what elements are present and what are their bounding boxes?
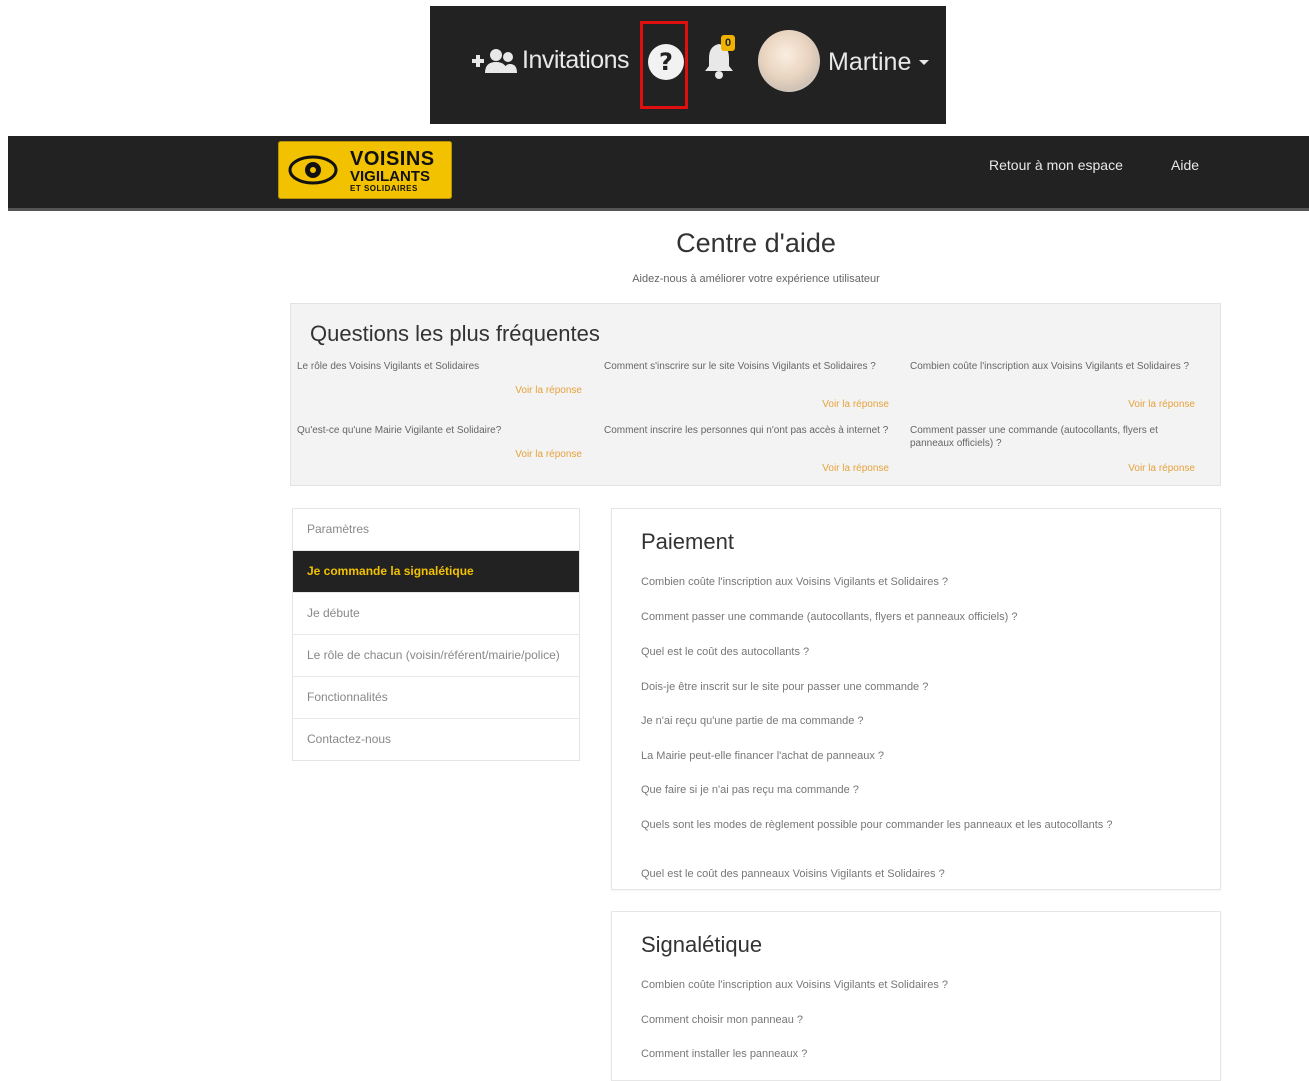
faq-question[interactable]: Combien coûte l'inscription aux Voisins … — [910, 361, 1189, 372]
logo-line2: VIGILANTS — [350, 168, 431, 185]
highlight-box — [640, 21, 688, 109]
sidebar-item-fonctionnalites[interactable]: Fonctionnalités — [293, 677, 579, 719]
user-name: Martine — [828, 48, 912, 76]
site-navbar: VOISINS VIGILANTS ET SOLIDAIRES Retour à… — [8, 136, 1309, 211]
faq-more-link[interactable]: Voir la réponse — [822, 398, 889, 411]
faq-more-link[interactable]: Voir la réponse — [515, 448, 582, 461]
payment-question[interactable]: Quels sont les modes de règlement possib… — [641, 819, 1161, 832]
payment-question[interactable]: Dois-je être inscrit sur le site pour pa… — [641, 681, 1161, 694]
payment-question[interactable]: Je n'ai reçu qu'une partie de ma command… — [641, 715, 1161, 728]
invitations-label: Invitations — [522, 46, 630, 74]
sidebar-item-je-debute[interactable]: Je débute — [293, 593, 579, 635]
payment-question[interactable]: Quel est le coût des panneaux Voisins Vi… — [641, 868, 1161, 881]
sidebar-item-contact[interactable]: Contactez-nous — [293, 719, 579, 760]
caret-down-icon — [919, 60, 930, 65]
faq-more-link[interactable]: Voir la réponse — [1128, 462, 1195, 475]
signage-question[interactable]: Comment choisir mon panneau ? — [641, 1014, 1161, 1027]
signage-question[interactable]: Combien coûte l'inscription aux Voisins … — [641, 979, 1161, 992]
faq-question[interactable]: Comment passer une commande (autocollant… — [910, 425, 1158, 449]
faq-item: Comment s'inscrire sur le site Voisins V… — [604, 360, 889, 410]
payment-question[interactable]: Comment passer une commande (autocollant… — [641, 611, 1161, 624]
payment-question[interactable]: Que faire si je n'ai pas reçu ma command… — [641, 784, 1161, 797]
faq-title: Questions les plus fréquentes — [310, 321, 600, 346]
notification-badge: 0 — [721, 35, 735, 51]
signage-question[interactable]: Comment installer les panneaux ? — [641, 1048, 1161, 1061]
faq-item: Comment passer une commande (autocollant… — [910, 424, 1195, 474]
faq-item: Comment inscrire les personnes qui n'ont… — [604, 424, 889, 474]
faq-question[interactable]: Comment s'inscrire sur le site Voisins V… — [604, 361, 876, 372]
payment-panel: Paiement Combien coûte l'inscription aux… — [611, 508, 1221, 890]
invitations-link[interactable]: Invitations — [470, 46, 630, 75]
faq-item: Combien coûte l'inscription aux Voisins … — [910, 360, 1195, 410]
add-user-icon — [472, 48, 517, 73]
help-sidebar: Paramètres Je commande la signalétique J… — [292, 508, 580, 761]
faq-question[interactable]: Le rôle des Voisins Vigilants et Solidai… — [297, 361, 479, 372]
help-nav-link[interactable]: Aide — [1171, 157, 1199, 173]
logo-line3: ET SOLIDAIRES — [350, 184, 418, 193]
payment-question[interactable]: Combien coûte l'inscription aux Voisins … — [641, 576, 1161, 589]
page-subtitle: Aidez-nous à améliorer votre expérience … — [632, 273, 880, 285]
signage-panel: Signalétique Combien coûte l'inscription… — [611, 911, 1221, 1081]
faq-section: Questions les plus fréquentes Le rôle de… — [290, 303, 1221, 486]
payment-question[interactable]: La Mairie peut-elle financer l'achat de … — [641, 750, 1161, 763]
faq-item: Qu'est-ce qu'une Mairie Vigilante et Sol… — [297, 424, 582, 460]
eye-icon — [288, 155, 338, 185]
site-logo[interactable]: VOISINS VIGILANTS ET SOLIDAIRES — [278, 141, 452, 199]
signage-title: Signalétique — [641, 932, 763, 957]
payment-question[interactable]: Quel est le coût des autocollants ? — [641, 646, 1161, 659]
payment-title: Paiement — [641, 529, 734, 554]
faq-question[interactable]: Qu'est-ce qu'une Mairie Vigilante et Sol… — [297, 425, 501, 436]
sidebar-item-role[interactable]: Le rôle de chacun (voisin/référent/mairi… — [293, 635, 579, 677]
avatar[interactable] — [758, 30, 820, 92]
sidebar-item-signaletique[interactable]: Je commande la signalétique — [293, 551, 579, 593]
faq-more-link[interactable]: Voir la réponse — [1128, 398, 1195, 411]
page-title: Centre d'aide — [676, 228, 836, 258]
faq-question[interactable]: Comment inscrire les personnes qui n'ont… — [604, 425, 888, 436]
faq-item: Le rôle des Voisins Vigilants et Solidai… — [297, 360, 582, 396]
header-callout: Invitations ? 0 Martine — [430, 6, 946, 124]
back-to-space-link[interactable]: Retour à mon espace — [989, 157, 1123, 173]
faq-more-link[interactable]: Voir la réponse — [515, 384, 582, 397]
faq-more-link[interactable]: Voir la réponse — [822, 462, 889, 475]
sidebar-item-parametres[interactable]: Paramètres — [293, 509, 579, 551]
user-menu[interactable]: Martine — [828, 48, 930, 77]
